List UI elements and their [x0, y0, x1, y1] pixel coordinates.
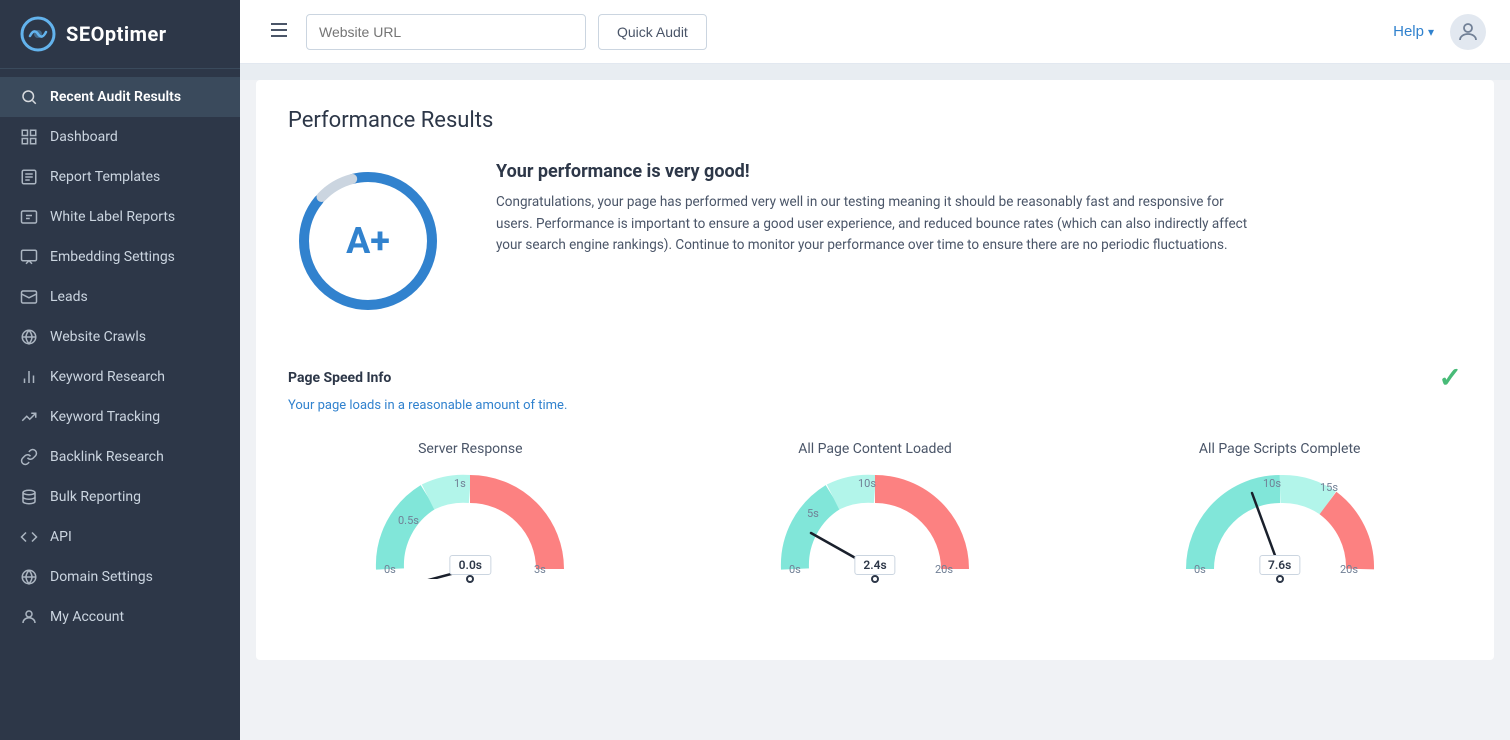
- gauge-wrap-content: 0s 5s 10s 20s 2.4s: [775, 469, 975, 579]
- website-crawls-icon: [20, 328, 38, 346]
- gauge-needle-circle-content: [871, 575, 879, 583]
- bulk-reporting-icon: [20, 488, 38, 506]
- gauge-value-content: 2.4s: [854, 555, 895, 575]
- svg-text:15s: 15s: [1320, 481, 1338, 494]
- gauge-value-scripts: 7.6s: [1259, 555, 1300, 575]
- svg-text:10s: 10s: [858, 477, 876, 490]
- svg-text:3s: 3s: [534, 563, 546, 576]
- sidebar-item-dashboard[interactable]: Dashboard: [0, 117, 240, 157]
- content-area: Performance Results A+: [240, 64, 1510, 740]
- page-speed-label: Page Speed Info: [288, 370, 391, 386]
- user-avatar[interactable]: [1450, 14, 1486, 50]
- svg-text:5s: 5s: [807, 507, 819, 520]
- sidebar-item-api[interactable]: API: [0, 517, 240, 557]
- gauge-title-scripts: All Page Scripts Complete: [1199, 441, 1361, 457]
- sidebar-item-bulk-reporting[interactable]: Bulk Reporting: [0, 477, 240, 517]
- sidebar-item-keyword-tracking[interactable]: Keyword Tracking: [0, 397, 240, 437]
- hamburger-button[interactable]: [264, 15, 294, 48]
- sidebar-logo: SEOptimer: [0, 0, 240, 69]
- url-input[interactable]: [306, 14, 586, 50]
- header-right: Help ▾: [1393, 14, 1486, 50]
- performance-title: Performance Results: [288, 108, 1462, 133]
- dashboard-icon: [20, 128, 38, 146]
- sidebar-item-backlink-research[interactable]: Backlink Research: [0, 437, 240, 477]
- sidebar-nav: Recent Audit Results Dashboard Report Te…: [0, 69, 240, 740]
- keyword-tracking-icon: [20, 408, 38, 426]
- gauge-scripts-complete: All Page Scripts Complete 0s: [1097, 441, 1462, 579]
- main-area: Quick Audit Help ▾ Performance Results: [240, 0, 1510, 740]
- seoptimer-logo-icon: [20, 16, 56, 52]
- gauge-content-loaded: All Page Content Loaded 0s: [693, 441, 1058, 579]
- svg-text:20s: 20s: [1340, 563, 1358, 576]
- embedding-icon: [20, 248, 38, 266]
- perf-headline: Your performance is very good!: [496, 161, 1256, 182]
- report-templates-icon: [20, 168, 38, 186]
- logo-text: SEOptimer: [66, 22, 167, 46]
- help-button[interactable]: Help ▾: [1393, 23, 1434, 40]
- gauges-row: Server Response 0s 0.: [288, 441, 1462, 579]
- quick-audit-button[interactable]: Quick Audit: [598, 14, 707, 50]
- gauge-value-server: 0.0s: [450, 555, 491, 575]
- domain-settings-icon: [20, 568, 38, 586]
- svg-text:0s: 0s: [789, 563, 801, 576]
- sidebar: SEOptimer Recent Audit Results Dashboard…: [0, 0, 240, 740]
- header: Quick Audit Help ▾: [240, 0, 1510, 64]
- white-label-icon: [20, 208, 38, 226]
- svg-text:10s: 10s: [1263, 477, 1281, 490]
- sidebar-item-keyword-research[interactable]: Keyword Research: [0, 357, 240, 397]
- gauge-needle-circle-scripts: [1276, 575, 1284, 583]
- gauge-title-content: All Page Content Loaded: [798, 441, 952, 457]
- svg-text:20s: 20s: [935, 563, 953, 576]
- sidebar-item-embedding[interactable]: Embedding Settings: [0, 237, 240, 277]
- svg-text:0s: 0s: [384, 563, 396, 576]
- backlink-icon: [20, 448, 38, 466]
- top-bar: [240, 64, 1510, 80]
- page-speed-header: Page Speed Info ✓: [288, 361, 1462, 394]
- svg-text:0s: 0s: [1194, 563, 1206, 576]
- grade-circle: A+: [288, 161, 448, 321]
- sidebar-item-domain-settings[interactable]: Domain Settings: [0, 557, 240, 597]
- svg-text:1s: 1s: [454, 477, 466, 490]
- gauge-wrap-scripts: 0s 10s 15s 20s 7.6s: [1180, 469, 1380, 579]
- svg-text:0.5s: 0.5s: [398, 514, 419, 527]
- gauge-title-server: Server Response: [418, 441, 522, 457]
- search-icon: [20, 88, 38, 106]
- performance-card: Performance Results A+: [256, 80, 1494, 660]
- sidebar-item-recent-audit[interactable]: Recent Audit Results: [0, 77, 240, 117]
- gauge-wrap-server: 0s 0.5s 1s 3s 0.0s: [370, 469, 570, 579]
- page-speed-section: Page Speed Info ✓ Your page loads in a r…: [288, 361, 1462, 579]
- api-icon: [20, 528, 38, 546]
- perf-text: Congratulations, your page has performed…: [496, 192, 1256, 257]
- leads-icon: [20, 288, 38, 306]
- keyword-research-icon: [20, 368, 38, 386]
- gauge-server-response: Server Response 0s 0.: [288, 441, 653, 579]
- my-account-icon: [20, 608, 38, 626]
- performance-description: Your performance is very good! Congratul…: [496, 161, 1256, 257]
- gauge-needle-circle-server: [466, 575, 474, 583]
- sidebar-item-white-label[interactable]: White Label Reports: [0, 197, 240, 237]
- sidebar-item-leads[interactable]: Leads: [0, 277, 240, 317]
- sidebar-item-report-templates[interactable]: Report Templates: [0, 157, 240, 197]
- performance-top: A+ Your performance is very good! Congra…: [288, 161, 1462, 321]
- grade-label: A+: [346, 220, 390, 262]
- sidebar-item-website-crawls[interactable]: Website Crawls: [0, 317, 240, 357]
- sidebar-item-my-account[interactable]: My Account: [0, 597, 240, 637]
- page-speed-sub: Your page loads in a reasonable amount o…: [288, 398, 1462, 413]
- check-icon: ✓: [1439, 361, 1462, 394]
